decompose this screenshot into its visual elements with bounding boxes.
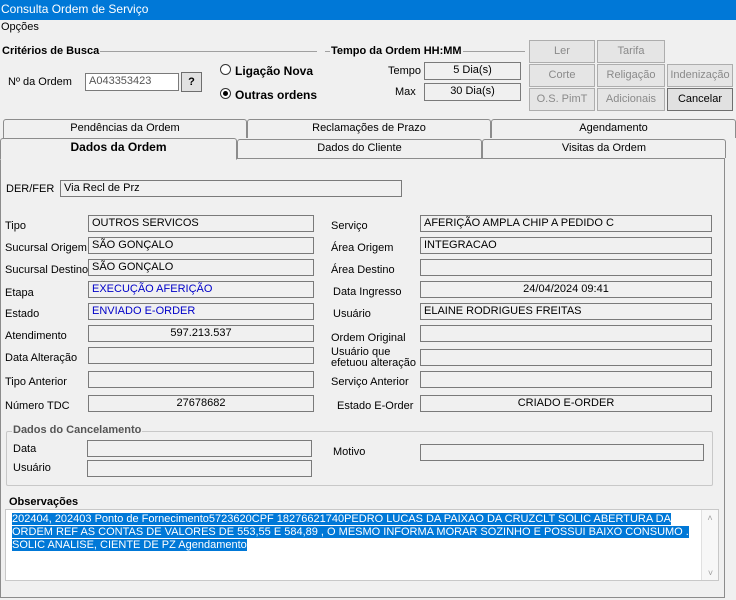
observacoes-title: Observações: [8, 496, 80, 508]
der-fer-label: DER/FER: [6, 183, 55, 195]
usuario-label: Usuário: [333, 308, 371, 320]
observacoes-line-1: 202404, 202403 Ponto de Fornecimento5723…: [12, 513, 671, 525]
estado-eorder-value: CRIADO E-ORDER: [420, 395, 712, 412]
servico-value: AFERIÇÃO AMPLA CHIP A PEDIDO C: [420, 215, 712, 232]
etapa-label: Etapa: [5, 287, 34, 299]
servico-anterior-label: Serviço Anterior: [331, 376, 409, 388]
cancel-usuario-value: [87, 460, 312, 477]
atendimento-value: 597.213.537: [88, 325, 314, 342]
scroll-up-icon[interactable]: ˄: [702, 513, 718, 523]
estado-value: ENVIADO E-ORDER: [88, 303, 314, 320]
data-ingresso-label: Data Ingresso: [333, 286, 402, 298]
area-destino-value: [420, 259, 712, 276]
observacoes-scrollbar[interactable]: ˄ ˅: [701, 510, 718, 580]
ordem-original-label: Ordem Original: [331, 332, 406, 344]
cancelamento-title: Dados do Cancelamento: [12, 424, 143, 436]
sucursal-origem-value: SÃO GONÇALO: [88, 237, 314, 254]
der-fer-value: Via Recl de Prz: [60, 180, 402, 197]
motivo-label: Motivo: [333, 446, 366, 458]
atendimento-label: Atendimento: [5, 330, 67, 342]
estado-label: Estado: [5, 308, 40, 320]
area-destino-label: Área Destino: [331, 264, 395, 276]
scroll-down-icon[interactable]: ˅: [702, 568, 719, 578]
motivo-value: [420, 444, 704, 461]
tipo-anterior-value: [88, 371, 314, 388]
sucursal-destino-value: SÃO GONÇALO: [88, 259, 314, 276]
etapa-value: EXECUÇÃO AFERIÇÃO: [88, 281, 314, 298]
usuario-alteracao-label-line2: efetuou alteração: [331, 357, 417, 369]
usuario-alteracao-label: Usuário que efetuou alteração: [331, 347, 416, 369]
observacoes-text: 202404, 202403 Ponto de Fornecimento5723…: [6, 510, 718, 552]
usuario-alteracao-value: [420, 349, 712, 366]
servico-label: Serviço: [331, 220, 368, 232]
usuario-value: ELAINE RODRIGUES FREITAS: [420, 303, 712, 320]
numero-tdc-label: Número TDC: [5, 400, 70, 412]
data-alteracao-value: [88, 347, 314, 364]
estado-eorder-label: Estado E-Order: [337, 400, 414, 412]
observacoes-line-3: SOLIC ANALISE, CIENTE DE PZ Agendamento: [12, 539, 247, 551]
servico-anterior-value: [420, 371, 712, 388]
tipo-anterior-label: Tipo Anterior: [5, 376, 67, 388]
cancel-data-label: Data: [13, 443, 37, 455]
tipo-label: Tipo: [5, 220, 26, 232]
ordem-original-value: [420, 325, 712, 342]
numero-tdc-value: 27678682: [88, 395, 314, 412]
cancel-data-value: [87, 440, 312, 457]
cancel-usuario-label: Usuário: [13, 462, 51, 474]
tipo-value: OUTROS SERVICOS: [88, 215, 314, 232]
area-origem-label: Área Origem: [331, 242, 394, 254]
sucursal-destino-label: Sucursal Destino: [5, 264, 89, 276]
data-ingresso-value: 24/04/2024 09:41: [420, 281, 712, 298]
sucursal-origem-label: Sucursal Origem: [5, 242, 87, 254]
data-alteracao-label: Data Alteração: [5, 352, 78, 364]
observacoes-line-2: ORDEM REF AS CONTAS DE VALORES DE 553,55…: [12, 526, 689, 538]
area-origem-value: INTEGRACAO: [420, 237, 712, 254]
observacoes-textarea[interactable]: 202404, 202403 Ponto de Fornecimento5723…: [5, 509, 719, 581]
